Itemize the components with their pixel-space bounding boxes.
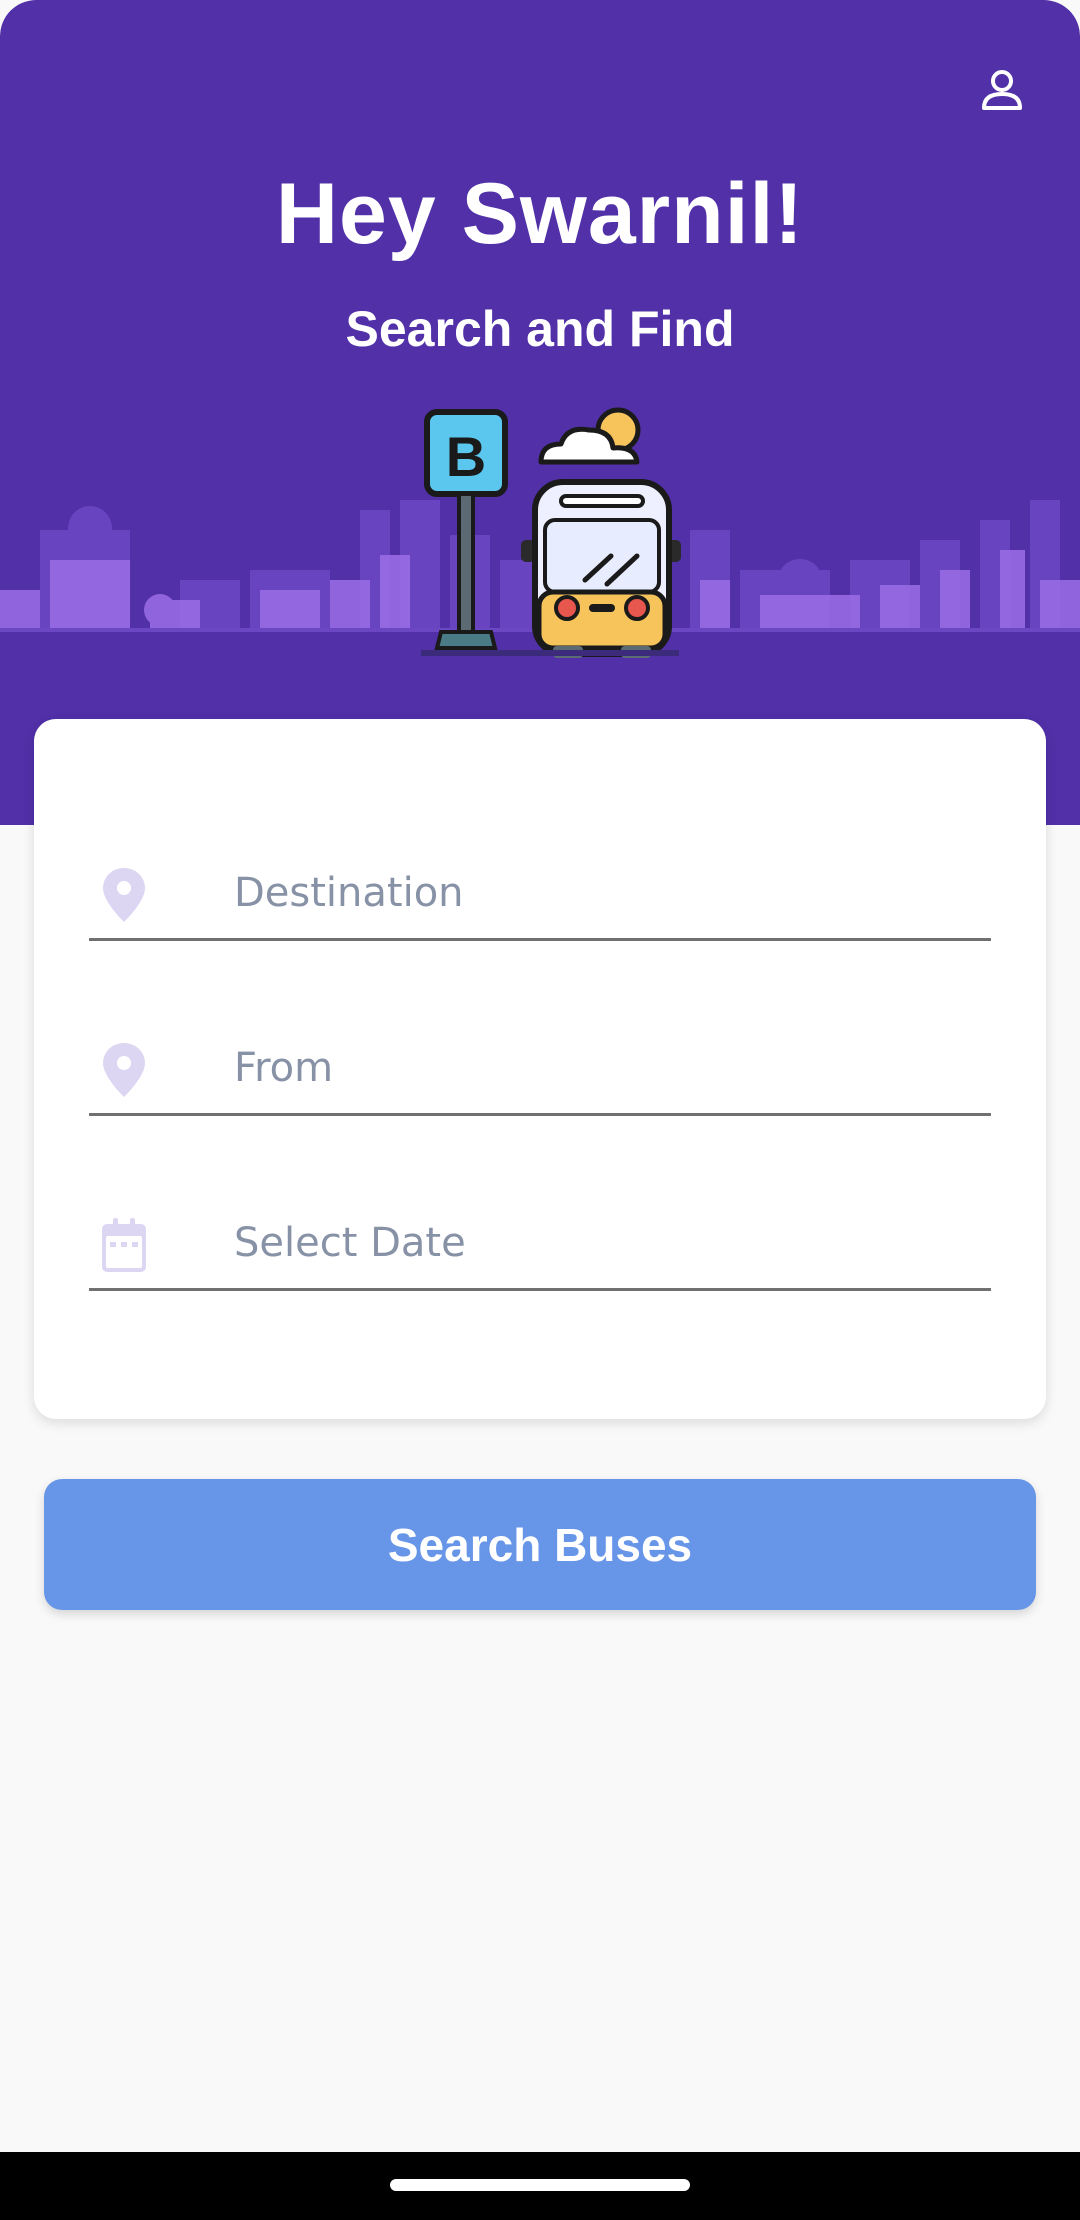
- location-pin-icon: [103, 1043, 145, 1097]
- destination-placeholder: Destination: [234, 870, 464, 916]
- date-field[interactable]: Select Date: [89, 1208, 991, 1291]
- app-screen: Hey Swarnil! Search and Find B Destinati…: [0, 0, 1080, 2220]
- search-buses-button[interactable]: Search Buses: [44, 1479, 1036, 1610]
- from-field[interactable]: From: [89, 1033, 991, 1116]
- greeting-title: Hey Swarnil!: [275, 166, 805, 262]
- navigation-bar: [0, 2152, 1080, 2220]
- calendar-icon: [102, 1218, 146, 1272]
- bus-stop-illustration: B: [421, 407, 681, 658]
- user-icon: [982, 70, 1022, 110]
- sign-letter: B: [446, 425, 486, 488]
- subtitle: Search and Find: [345, 301, 735, 357]
- home-indicator[interactable]: [390, 2179, 690, 2191]
- profile-button[interactable]: [962, 50, 1042, 130]
- search-card: Destination From Select Date: [34, 719, 1046, 1419]
- destination-field[interactable]: Destination: [89, 858, 991, 941]
- header: Hey Swarnil! Search and Find B: [0, 0, 1080, 825]
- from-placeholder: From: [234, 1045, 334, 1091]
- location-pin-icon: [103, 868, 145, 922]
- date-placeholder: Select Date: [234, 1220, 466, 1266]
